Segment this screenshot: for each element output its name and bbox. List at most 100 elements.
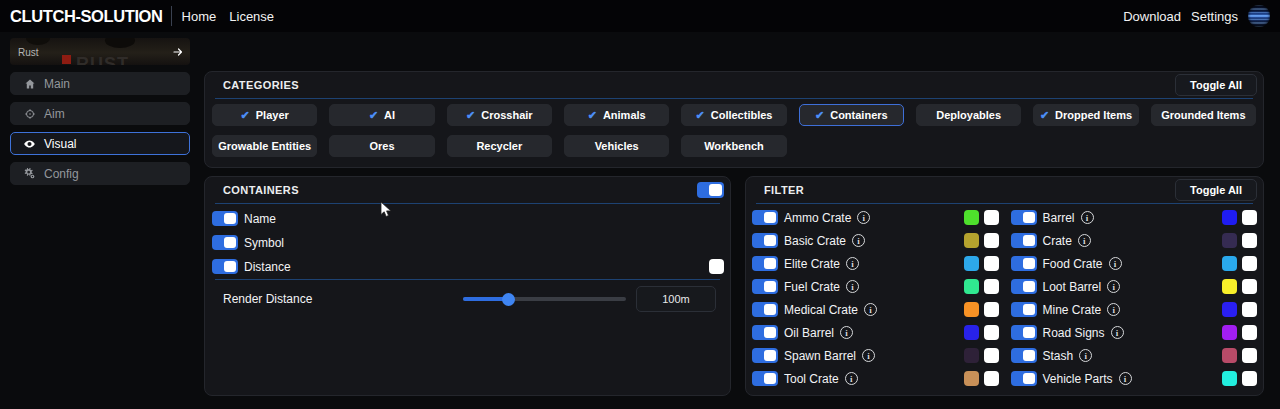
name-toggle[interactable] bbox=[212, 211, 238, 226]
info-icon[interactable]: i bbox=[1111, 326, 1124, 339]
distance-color-swatch[interactable] bbox=[709, 259, 724, 274]
category-ai[interactable]: ✔AI bbox=[329, 104, 434, 126]
road-signs-toggle[interactable] bbox=[1011, 325, 1037, 340]
ammo-crate-toggle[interactable] bbox=[752, 210, 778, 225]
crate-toggle[interactable] bbox=[1011, 233, 1037, 248]
basic-crate-secondary-color-swatch[interactable] bbox=[984, 233, 999, 248]
medical-crate-secondary-color-swatch[interactable] bbox=[984, 302, 999, 317]
medical-crate-toggle[interactable] bbox=[752, 302, 778, 317]
info-icon[interactable]: i bbox=[840, 326, 853, 339]
nav-license[interactable]: License bbox=[229, 9, 274, 24]
info-icon[interactable]: i bbox=[845, 372, 858, 385]
sidebar-item-visual[interactable]: Visual bbox=[10, 132, 190, 155]
info-icon[interactable]: i bbox=[1109, 257, 1122, 270]
category-containers[interactable]: ✔Containers bbox=[799, 104, 904, 126]
fuel-crate-secondary-color-swatch[interactable] bbox=[984, 279, 999, 294]
nav-download[interactable]: Download bbox=[1123, 9, 1181, 24]
info-icon[interactable]: i bbox=[864, 303, 877, 316]
crate-secondary-color-swatch[interactable] bbox=[1242, 233, 1257, 248]
category-vehicles[interactable]: Vehicles bbox=[564, 135, 669, 157]
oil-barrel-secondary-color-swatch[interactable] bbox=[984, 325, 999, 340]
info-icon[interactable]: i bbox=[846, 280, 859, 293]
oil-barrel-color-swatch[interactable] bbox=[964, 325, 979, 340]
render-distance-slider[interactable] bbox=[463, 297, 626, 301]
tool-crate-color-swatch[interactable] bbox=[964, 371, 979, 386]
info-icon[interactable]: i bbox=[862, 349, 875, 362]
tool-crate-secondary-color-swatch[interactable] bbox=[984, 371, 999, 386]
render-distance-value[interactable]: 100m bbox=[636, 286, 716, 312]
info-icon[interactable]: i bbox=[1107, 280, 1120, 293]
info-icon[interactable]: i bbox=[852, 234, 865, 247]
category-growable-entities[interactable]: Growable Entities bbox=[212, 135, 317, 157]
stash-color-swatch[interactable] bbox=[1222, 348, 1237, 363]
barrel-secondary-color-swatch[interactable] bbox=[1242, 210, 1257, 225]
vehicle-parts-secondary-color-swatch[interactable] bbox=[1242, 371, 1257, 386]
category-animals[interactable]: ✔Animals bbox=[564, 104, 669, 126]
info-icon[interactable]: i bbox=[1107, 303, 1120, 316]
categories-toggle-all-button[interactable]: Toggle All bbox=[1175, 74, 1257, 96]
game-thumbnail[interactable]: RUST Rust bbox=[10, 38, 190, 65]
sidebar-item-aim[interactable]: Aim bbox=[10, 102, 190, 125]
loot-barrel-toggle[interactable] bbox=[1011, 279, 1037, 294]
food-crate-toggle[interactable] bbox=[1011, 256, 1037, 271]
info-icon[interactable]: i bbox=[1081, 211, 1094, 224]
loot-barrel-secondary-color-swatch[interactable] bbox=[1242, 279, 1257, 294]
fuel-crate-color-swatch[interactable] bbox=[964, 279, 979, 294]
info-icon[interactable]: i bbox=[1078, 234, 1091, 247]
category-player[interactable]: ✔Player bbox=[212, 104, 317, 126]
elite-crate-secondary-color-swatch[interactable] bbox=[984, 256, 999, 271]
category-recycler[interactable]: Recycler bbox=[447, 135, 552, 157]
medical-crate-color-swatch[interactable] bbox=[964, 302, 979, 317]
vehicle-parts-toggle[interactable] bbox=[1011, 371, 1037, 386]
category-workbench[interactable]: Workbench bbox=[681, 135, 786, 157]
mine-crate-secondary-color-swatch[interactable] bbox=[1242, 302, 1257, 317]
info-icon[interactable]: i bbox=[1119, 372, 1132, 385]
symbol-toggle[interactable] bbox=[212, 235, 238, 250]
elite-crate-color-swatch[interactable] bbox=[964, 256, 979, 271]
food-crate-secondary-color-swatch[interactable] bbox=[1242, 256, 1257, 271]
loot-barrel-color-swatch[interactable] bbox=[1222, 279, 1237, 294]
sidebar-item-main[interactable]: Main bbox=[10, 72, 190, 95]
ammo-crate-secondary-color-swatch[interactable] bbox=[984, 210, 999, 225]
category-label: Dropped Items bbox=[1055, 109, 1132, 121]
category-crosshair[interactable]: ✔Crosshair bbox=[447, 104, 552, 126]
fuel-crate-toggle[interactable] bbox=[752, 279, 778, 294]
oil-barrel-toggle[interactable] bbox=[752, 325, 778, 340]
distance-toggle[interactable] bbox=[212, 259, 238, 274]
basic-crate-color-swatch[interactable] bbox=[964, 233, 979, 248]
sidebar-item-config[interactable]: Config bbox=[10, 162, 190, 185]
containers-enabled-toggle[interactable] bbox=[697, 182, 724, 198]
category-deployables[interactable]: Deployables bbox=[916, 104, 1021, 126]
slider-knob[interactable] bbox=[502, 293, 515, 306]
elite-crate-toggle[interactable] bbox=[752, 256, 778, 271]
category-grounded-items[interactable]: Grounded Items bbox=[1151, 104, 1256, 126]
barrel-color-swatch[interactable] bbox=[1222, 210, 1237, 225]
crate-color-swatch[interactable] bbox=[1222, 233, 1237, 248]
food-crate-color-swatch[interactable] bbox=[1222, 256, 1237, 271]
stash-toggle[interactable] bbox=[1011, 348, 1037, 363]
road-signs-color-swatch[interactable] bbox=[1222, 325, 1237, 340]
category-collectibles[interactable]: ✔Collectibles bbox=[681, 104, 786, 126]
vehicle-parts-color-swatch[interactable] bbox=[1222, 371, 1237, 386]
filter-toggle-all-button[interactable]: Toggle All bbox=[1175, 179, 1257, 201]
stash-secondary-color-swatch[interactable] bbox=[1242, 348, 1257, 363]
nav-settings[interactable]: Settings bbox=[1191, 9, 1238, 24]
barrel-toggle[interactable] bbox=[1011, 210, 1037, 225]
tool-crate-toggle[interactable] bbox=[752, 371, 778, 386]
category-ores[interactable]: Ores bbox=[329, 135, 434, 157]
basic-crate-toggle[interactable] bbox=[752, 233, 778, 248]
ammo-crate-color-swatch[interactable] bbox=[964, 210, 979, 225]
road-signs-secondary-color-swatch[interactable] bbox=[1242, 325, 1257, 340]
info-icon[interactable]: i bbox=[846, 257, 859, 270]
mine-crate-toggle[interactable] bbox=[1011, 302, 1037, 317]
spawn-barrel-color-swatch[interactable] bbox=[964, 348, 979, 363]
info-icon[interactable]: i bbox=[857, 211, 870, 224]
user-avatar[interactable] bbox=[1248, 5, 1270, 27]
info-icon[interactable]: i bbox=[1079, 349, 1092, 362]
spawn-barrel-toggle[interactable] bbox=[752, 348, 778, 363]
mine-crate-color-swatch[interactable] bbox=[1222, 302, 1237, 317]
nav-home[interactable]: Home bbox=[182, 9, 217, 24]
category-dropped-items[interactable]: ✔Dropped Items bbox=[1033, 104, 1138, 126]
arrow-right-icon[interactable] bbox=[172, 46, 184, 58]
spawn-barrel-secondary-color-swatch[interactable] bbox=[984, 348, 999, 363]
